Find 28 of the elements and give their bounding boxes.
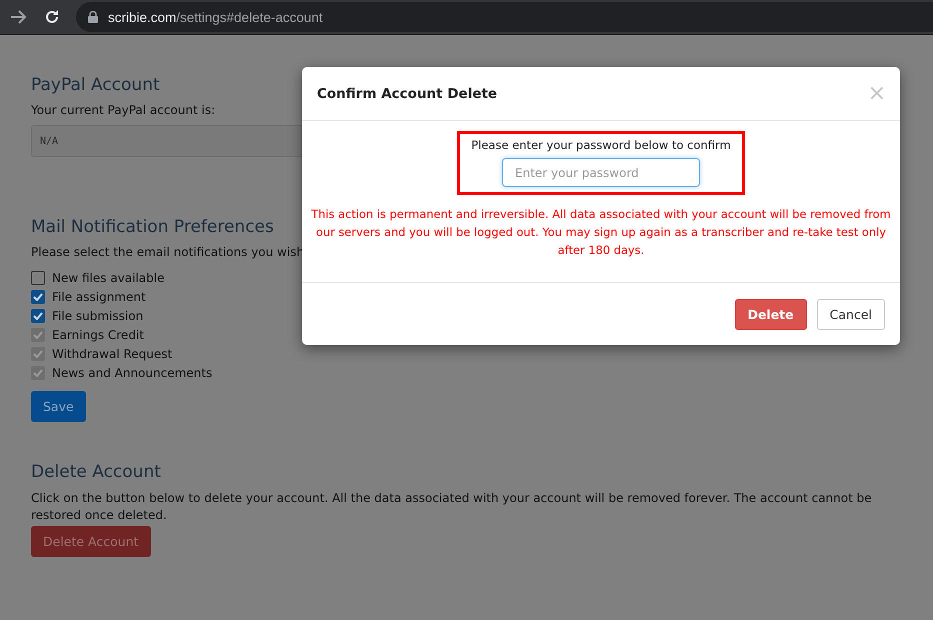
delete-account-button[interactable]: Delete Account: [31, 526, 151, 557]
section-heading: Delete Account: [31, 462, 161, 482]
checkbox-label: New files available: [52, 271, 164, 285]
modal-title: Confirm Account Delete: [317, 86, 498, 102]
warning-text: This action is permanent and irreversible. All data associated with your account will be removed from our servers and you will be logged out. You may sign up again as a transcriber and re-take test only after 180 days.: [311, 206, 891, 259]
checkbox-label: File submission: [52, 309, 144, 323]
address-bar[interactable]: scribie.com/settings#delete-account: [76, 2, 933, 32]
checkbox-label: Withdrawal Request: [52, 347, 172, 361]
delete-button[interactable]: Delete: [734, 298, 807, 330]
checkbox[interactable]: [31, 309, 45, 323]
checkbox[interactable]: [31, 290, 45, 304]
checkbox-label: Earnings Credit: [52, 328, 144, 342]
description-text: Click on the button below to delete your account. All the data associated with your account will be removed forever. The account cannot be restored once deleted.: [31, 490, 873, 524]
cancel-button[interactable]: Cancel: [816, 298, 885, 330]
forward-icon[interactable]: [10, 10, 28, 24]
checkbox-label: News and Announcements: [52, 366, 212, 380]
field-label: Your current PayPal account is:: [31, 103, 216, 117]
prompt-text: Please enter your password below to confirm: [471, 138, 731, 152]
close-button[interactable]: ×: [868, 82, 886, 104]
url-text: scribie.com/settings#delete-account: [108, 10, 323, 24]
save-button[interactable]: Save: [31, 391, 86, 422]
password-field[interactable]: Enter your password: [502, 158, 700, 187]
section-heading: Mail Notification Preferences: [31, 217, 274, 237]
checkbox[interactable]: [31, 271, 45, 285]
section-heading: PayPal Account: [31, 75, 160, 95]
checkbox-label: File assignment: [52, 290, 146, 304]
reload-icon[interactable]: [44, 9, 60, 25]
lock-icon: [88, 11, 98, 23]
